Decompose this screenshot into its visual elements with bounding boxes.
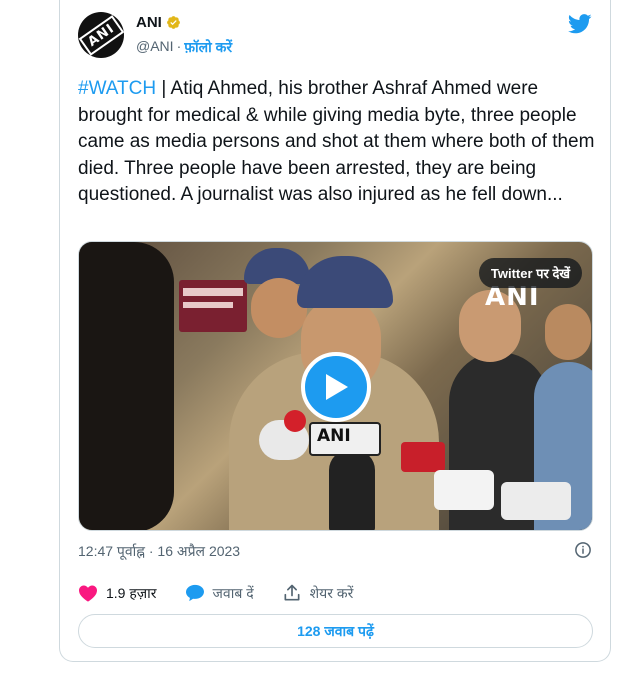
view-on-twitter-button[interactable]: Twitter पर देखें	[478, 258, 582, 288]
microphone	[401, 442, 445, 472]
officer-cap	[297, 256, 393, 308]
play-icon	[326, 374, 348, 400]
verified-badge-icon	[166, 16, 180, 29]
tweet-text: #WATCH | Atiq Ahmed, his brother Ashraf …	[78, 76, 598, 209]
avatar-logo: ANI	[78, 14, 124, 56]
author-handle-row: @ANI · फ़ॉलो करें	[136, 38, 232, 57]
share-label: शेयर करें	[309, 584, 354, 601]
follow-link[interactable]: फ़ॉलो करें	[184, 38, 232, 57]
foreground-shadow	[79, 242, 174, 530]
author-handle[interactable]: @ANI	[136, 38, 174, 57]
microphone	[329, 450, 375, 530]
microphone	[501, 482, 571, 520]
author-display-name[interactable]: ANI	[136, 14, 162, 31]
share-button[interactable]: शेयर करें	[282, 583, 354, 603]
twitter-bird-icon[interactable]	[568, 14, 592, 34]
reply-bubble-icon	[185, 584, 204, 602]
author-name-row: ANI	[136, 14, 181, 31]
microphone-logo-text: ANI	[317, 426, 351, 446]
handle-separator: ·	[176, 38, 182, 54]
microphone	[434, 470, 494, 510]
video-thumbnail[interactable]: ANI ANI Twitter पर देखें	[78, 241, 593, 531]
hashtag-link[interactable]: #WATCH	[78, 78, 156, 99]
play-button[interactable]	[301, 352, 371, 422]
avatar[interactable]: ANI	[78, 12, 124, 58]
heart-icon	[79, 585, 97, 602]
sign-stripe	[183, 302, 233, 308]
sign-stripe	[183, 288, 243, 296]
bystander-right-face	[545, 304, 591, 360]
read-replies-button[interactable]: 128 जवाब पढ़ें	[78, 614, 593, 648]
like-count: 1.9 हज़ार	[106, 584, 157, 601]
tweet-body: | Atiq Ahmed, his brother Ashraf Ahmed w…	[78, 78, 595, 205]
tweet-timestamp[interactable]: 12:47 पूर्वाह्न · 16 अप्रैल 2023	[78, 542, 240, 561]
like-button[interactable]: 1.9 हज़ार	[78, 584, 157, 603]
share-icon	[284, 584, 300, 601]
microphone-logo	[284, 410, 306, 432]
reply-label: जवाब दें	[212, 584, 254, 601]
reply-button[interactable]: जवाब दें	[185, 584, 254, 603]
tweet-card: ANI ANI @ANI · फ़ॉलो करें #WATCH | Atiq …	[59, 0, 611, 662]
tweet-actions: 1.9 हज़ार जवाब दें शेयर करें	[78, 583, 381, 603]
info-icon[interactable]	[574, 541, 592, 559]
